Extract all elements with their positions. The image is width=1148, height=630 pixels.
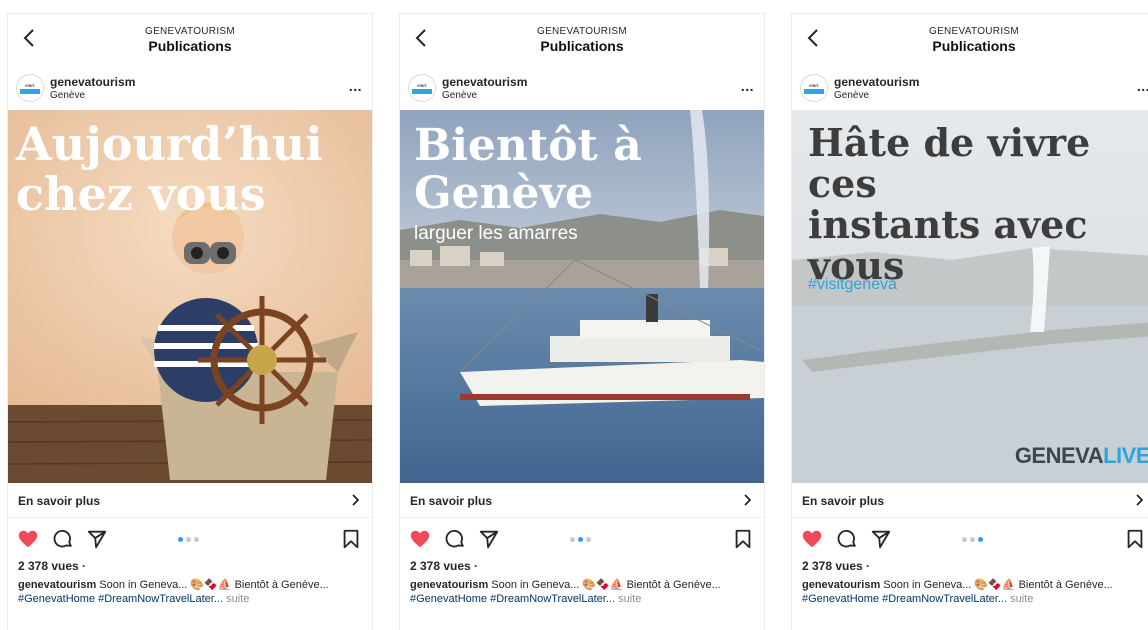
- comment-icon[interactable]: [836, 528, 858, 550]
- post-screen-3: GENEVATOURISM Publications VISIT genevat…: [792, 14, 1148, 630]
- carousel-indicator: [570, 537, 594, 543]
- carousel-dot: [186, 537, 191, 542]
- location[interactable]: Genève: [442, 90, 477, 101]
- learn-more-label: En savoir plus: [802, 494, 885, 508]
- carousel-dot: [178, 537, 183, 542]
- page-title: Publications: [932, 38, 1016, 54]
- heart-filled-icon[interactable]: [801, 528, 823, 550]
- post-caption: genevatourism Soon in Geneva... 🎨🍫⛵ Bien…: [18, 578, 362, 606]
- bookmark-icon[interactable]: [340, 528, 362, 550]
- geneva-live-logo: GENEVALIVE: [1014, 443, 1148, 468]
- page-title: Publications: [540, 38, 624, 54]
- headline-text: Hâte de vivre ces instants avec vous: [808, 120, 1091, 289]
- carousel-dot: [586, 537, 591, 542]
- view-count[interactable]: 2 378 vues ·: [802, 559, 870, 573]
- heart-filled-icon[interactable]: [409, 528, 431, 550]
- post-photo[interactable]: Aujourd’hui chez vous: [8, 110, 372, 483]
- post-photo[interactable]: Hâte de vivre ces instants avec vous #vi…: [792, 110, 1148, 483]
- caption-text: Soon in Geneva... 🎨🍫⛵ Bientôt à Genève..…: [96, 579, 329, 591]
- heart-filled-icon[interactable]: [17, 528, 39, 550]
- more-options-icon[interactable]: ...: [741, 78, 754, 94]
- account-name-upper: GENEVATOURISM: [536, 26, 628, 37]
- headline-text: Bientôt à Genève: [414, 120, 642, 219]
- comment-icon[interactable]: [444, 528, 466, 550]
- hashtag-text: #visitgeneva: [808, 276, 897, 293]
- carousel-dot: [578, 537, 583, 542]
- learn-more-link[interactable]: En savoir plus: [792, 483, 1148, 518]
- avatar[interactable]: VISIT: [16, 74, 44, 102]
- chevron-right-icon: [744, 494, 752, 506]
- avatar[interactable]: VISIT: [800, 74, 828, 102]
- more-options-icon[interactable]: ...: [1137, 78, 1148, 94]
- caption-username[interactable]: genevatourism: [802, 579, 880, 591]
- view-count[interactable]: 2 378 vues ·: [18, 559, 86, 573]
- post-screen-2: GENEVATOURISM Publications VISIT genevat…: [400, 14, 764, 630]
- post-header: VISIT genevatourism Genève ...: [8, 66, 372, 110]
- username[interactable]: genevatourism: [834, 75, 919, 89]
- share-icon[interactable]: [478, 528, 500, 550]
- post-header: VISIT genevatourism Genève ...: [400, 66, 764, 110]
- post-header: VISIT genevatourism Genève ...: [792, 66, 1148, 110]
- post-caption: genevatourism Soon in Geneva... 🎨🍫⛵ Bien…: [410, 578, 754, 606]
- post-screen-1: GENEVATOURISM Publications VISIT genevat…: [8, 14, 372, 630]
- caption-hashtags[interactable]: #GenevatHome #DreamNowTravelLater...: [18, 593, 223, 605]
- action-bar: [8, 520, 372, 556]
- carousel-indicator: [962, 537, 986, 543]
- action-bar: [792, 520, 1148, 556]
- comment-icon[interactable]: [52, 528, 74, 550]
- carousel-dot: [570, 537, 575, 542]
- more-options-icon[interactable]: ...: [349, 78, 362, 94]
- share-icon[interactable]: [86, 528, 108, 550]
- post-photo[interactable]: Bientôt à Genève larguer les amarres: [400, 110, 764, 483]
- learn-more-label: En savoir plus: [410, 494, 493, 508]
- carousel-dot: [962, 537, 967, 542]
- subline-text: larguer les amarres: [414, 223, 578, 244]
- username[interactable]: genevatourism: [50, 75, 135, 89]
- caption-more-link[interactable]: suite: [1007, 593, 1033, 605]
- bookmark-icon[interactable]: [1124, 528, 1146, 550]
- top-bar: GENEVATOURISM Publications: [792, 14, 1148, 66]
- caption-more-link[interactable]: suite: [223, 593, 249, 605]
- location[interactable]: Genève: [50, 90, 85, 101]
- carousel-dot: [194, 537, 199, 542]
- caption-text: Soon in Geneva... 🎨🍫⛵ Bientôt à Genève..…: [880, 579, 1113, 591]
- caption-hashtags[interactable]: #GenevatHome #DreamNowTravelLater...: [410, 593, 615, 605]
- post-caption: genevatourism Soon in Geneva... 🎨🍫⛵ Bien…: [802, 578, 1148, 606]
- page-title: Publications: [148, 38, 232, 54]
- account-name-upper: GENEVATOURISM: [144, 26, 236, 37]
- top-bar: GENEVATOURISM Publications: [8, 14, 372, 66]
- share-icon[interactable]: [870, 528, 892, 550]
- learn-more-label: En savoir plus: [18, 494, 101, 508]
- action-bar: [400, 520, 764, 556]
- caption-username[interactable]: genevatourism: [18, 579, 96, 591]
- view-count[interactable]: 2 378 vues ·: [410, 559, 478, 573]
- headline-text: Aujourd’hui chez vous: [16, 117, 323, 221]
- location[interactable]: Genève: [834, 90, 869, 101]
- learn-more-link[interactable]: En savoir plus: [400, 483, 764, 518]
- chevron-right-icon: [352, 494, 360, 506]
- account-name-upper: GENEVATOURISM: [928, 26, 1020, 37]
- caption-hashtags[interactable]: #GenevatHome #DreamNowTravelLater...: [802, 593, 1007, 605]
- username[interactable]: genevatourism: [442, 75, 527, 89]
- caption-more-link[interactable]: suite: [615, 593, 641, 605]
- caption-username[interactable]: genevatourism: [410, 579, 488, 591]
- learn-more-link[interactable]: En savoir plus: [8, 483, 372, 518]
- bookmark-icon[interactable]: [732, 528, 754, 550]
- avatar[interactable]: VISIT: [408, 74, 436, 102]
- chevron-right-icon: [1136, 494, 1144, 506]
- top-bar: GENEVATOURISM Publications: [400, 14, 764, 66]
- caption-text: Soon in Geneva... 🎨🍫⛵ Bientôt à Genève..…: [488, 579, 721, 591]
- carousel-dot: [978, 537, 983, 542]
- carousel-dot: [970, 537, 975, 542]
- carousel-indicator: [178, 537, 202, 543]
